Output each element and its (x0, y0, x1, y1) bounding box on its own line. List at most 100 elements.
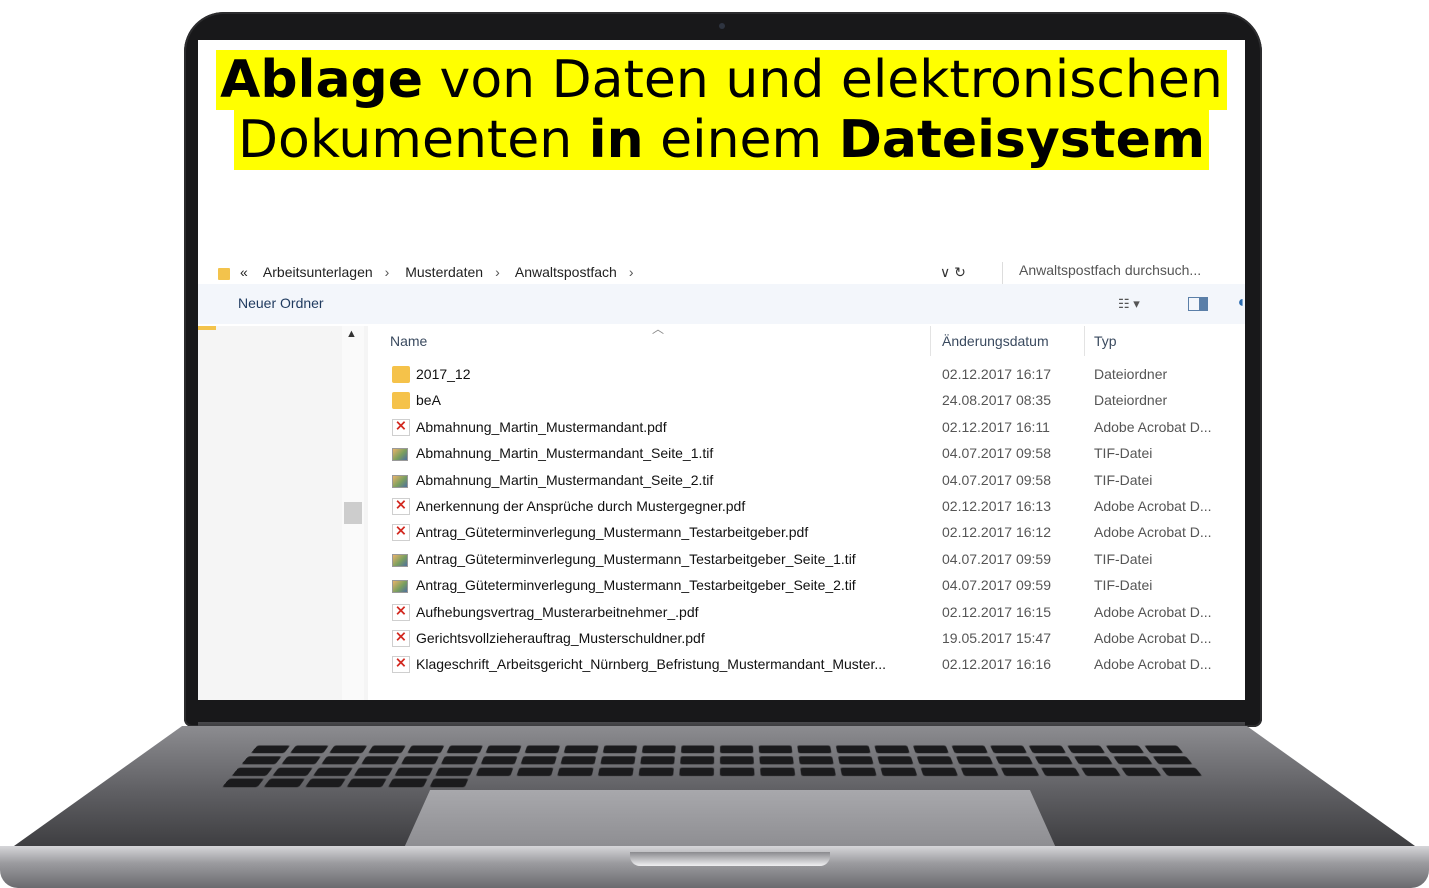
file-row[interactable]: Antrag_Güteterminverlegung_Mustermann_Te… (368, 520, 1245, 546)
chevron-right-icon[interactable]: › (629, 264, 634, 280)
preview-pane-icon[interactable] (1188, 297, 1208, 311)
column-header-date[interactable]: Änderungsdatum (942, 326, 1049, 356)
keyboard-key (640, 756, 675, 765)
file-type: Adobe Acrobat D... (1094, 629, 1212, 646)
scrollbar-thumb[interactable] (344, 502, 362, 524)
folder-icon (392, 366, 410, 383)
file-type: Adobe Acrobat D... (1094, 656, 1212, 673)
file-date: 02.12.2017 16:17 (942, 366, 1051, 382)
new-folder-button[interactable]: Neuer Ordner (238, 295, 324, 311)
column-header-type[interactable]: Typ (1094, 326, 1117, 356)
keyboard-key (798, 756, 834, 765)
keyboard-key (1113, 756, 1153, 765)
keyboard-key (557, 767, 594, 776)
file-row[interactable]: beA 24.08.2017 08:35 Dateiordner (368, 388, 1245, 414)
history-refresh-controls[interactable]: ∨ ↻ (940, 264, 1000, 281)
headline: Ablage von Daten und elektronischen Doku… (198, 50, 1245, 170)
keyboard-key (221, 778, 264, 788)
keyboard-key (720, 745, 754, 754)
file-row[interactable]: Anerkennung der Ansprüche durch Musterge… (368, 494, 1245, 520)
keyboard-key (760, 767, 796, 776)
keyboard-key (880, 767, 918, 776)
keyboard-key (1040, 767, 1080, 776)
file-row[interactable]: Klageschrift_Arbeitsgericht_Nürnberg_Bef… (368, 652, 1245, 678)
breadcrumb-arbeitsunterlagen[interactable]: Arbeitsunterlagen (263, 264, 373, 280)
file-name: Antrag_Güteterminverlegung_Mustermann_Te… (416, 550, 856, 567)
details-view-icon[interactable]: ☷ ▾ (1118, 296, 1140, 312)
search-input[interactable]: Anwaltspostfach durchsuch... (1002, 262, 1242, 284)
keyboard-key (387, 778, 428, 788)
keyboard-key (719, 767, 755, 776)
keyboard-key (263, 778, 305, 788)
chevron-right-icon[interactable]: › (385, 264, 390, 280)
keyboard-key (916, 756, 954, 765)
headline-bold-in: in (588, 110, 644, 170)
keyboard-key (1073, 756, 1113, 765)
file-date: 02.12.2017 16:16 (942, 656, 1051, 673)
keyboard-key (837, 756, 874, 765)
breadcrumb-overflow[interactable]: « (240, 264, 248, 280)
keyboard-key (951, 745, 988, 754)
keyboard-key (758, 745, 793, 754)
file-date: 24.08.2017 08:35 (942, 392, 1051, 409)
keyboard-key (304, 778, 346, 788)
keyboard-key (394, 767, 434, 776)
command-bar: Neuer Ordner ☷ ▾ ◖ (198, 284, 1245, 324)
keyboard-key (800, 767, 836, 776)
headline-bold-dateisystem: Dateisystem (838, 110, 1206, 170)
keyboard-key (429, 778, 469, 788)
file-name: Klageschrift_Arbeitsgericht_Nürnberg_Bef… (416, 656, 887, 673)
headline-text-1: von Daten und elektronischen (423, 50, 1223, 110)
keyboard-key (353, 767, 394, 776)
keyboard-key (368, 745, 406, 754)
keyboard-key (241, 756, 282, 765)
headline-text-2: Dokumenten (237, 110, 589, 170)
file-name: 2017_12 (416, 366, 471, 382)
keyboard-key (1105, 745, 1145, 754)
file-row[interactable]: Abmahnung_Martin_Mustermandant_Seite_2.t… (368, 468, 1245, 494)
file-row[interactable]: Gerichtsvollzieherauftrag_Musterschuldne… (368, 626, 1245, 652)
file-row[interactable]: Abmahnung_Martin_Mustermandant_Seite_1.t… (368, 441, 1245, 467)
keyboard-key (1028, 745, 1067, 754)
pdf-icon (392, 417, 410, 436)
file-row[interactable]: Abmahnung_Martin_Mustermandant.pdf 02.12.… (368, 415, 1245, 441)
folder-icon (392, 392, 410, 410)
address-bar[interactable]: « Arbeitsunterlagen › Musterdaten › Anwalt… (198, 250, 1245, 284)
keyboard-key (1034, 756, 1073, 765)
file-date: 02.12.2017 16:12 (942, 524, 1051, 541)
breadcrumb-musterdaten[interactable]: Musterdaten (405, 264, 483, 280)
keyboard-key (1160, 767, 1202, 776)
column-header-name[interactable]: Name (390, 326, 427, 356)
keyboard-key (407, 745, 445, 754)
file-name: Antrag_Güteterminverlegung_Mustermann_Te… (416, 524, 809, 541)
breadcrumb-anwaltspostfach[interactable]: Anwaltspostfach (515, 264, 617, 280)
keyboard-key (560, 756, 597, 765)
keyboard-key (840, 767, 877, 776)
folder-icon (218, 268, 230, 280)
keyboard-key (231, 767, 274, 776)
keyboard-key (250, 745, 291, 754)
file-type: TIF-Datei (1094, 471, 1153, 488)
tif-icon (392, 580, 408, 594)
chevron-right-icon[interactable]: › (495, 264, 500, 280)
keyboard-key (955, 756, 994, 765)
file-date: 04.07.2017 09:58 (942, 445, 1051, 462)
file-type: TIF-Datei (1094, 445, 1153, 462)
file-row[interactable]: Antrag_Güteterminverlegung_Mustermann_Te… (368, 547, 1245, 573)
file-row[interactable]: 2017_12 02.12.2017 16:17 Dateiordner (368, 362, 1245, 388)
keyboard-key (877, 756, 914, 765)
file-row[interactable]: Aufhebungsvertrag_Musterarbeitnehmer_.pd… (368, 600, 1245, 626)
column-divider[interactable] (930, 326, 931, 356)
keyboard-key (638, 767, 674, 776)
headline-text-3: einem (643, 110, 839, 170)
column-divider[interactable] (1084, 326, 1085, 356)
help-icon[interactable]: ◖ (1236, 294, 1245, 312)
pdf-icon (392, 628, 410, 647)
tif-icon (392, 474, 408, 488)
file-row[interactable]: Antrag_Güteterminverlegung_Mustermann_Te… (368, 573, 1245, 599)
scroll-up-icon[interactable]: ▲ (346, 328, 357, 340)
nav-scrollbar[interactable]: ▲ (342, 326, 364, 700)
keyboard (221, 745, 1224, 788)
keyboard-key (600, 756, 636, 765)
keyboard-key (1152, 756, 1193, 765)
